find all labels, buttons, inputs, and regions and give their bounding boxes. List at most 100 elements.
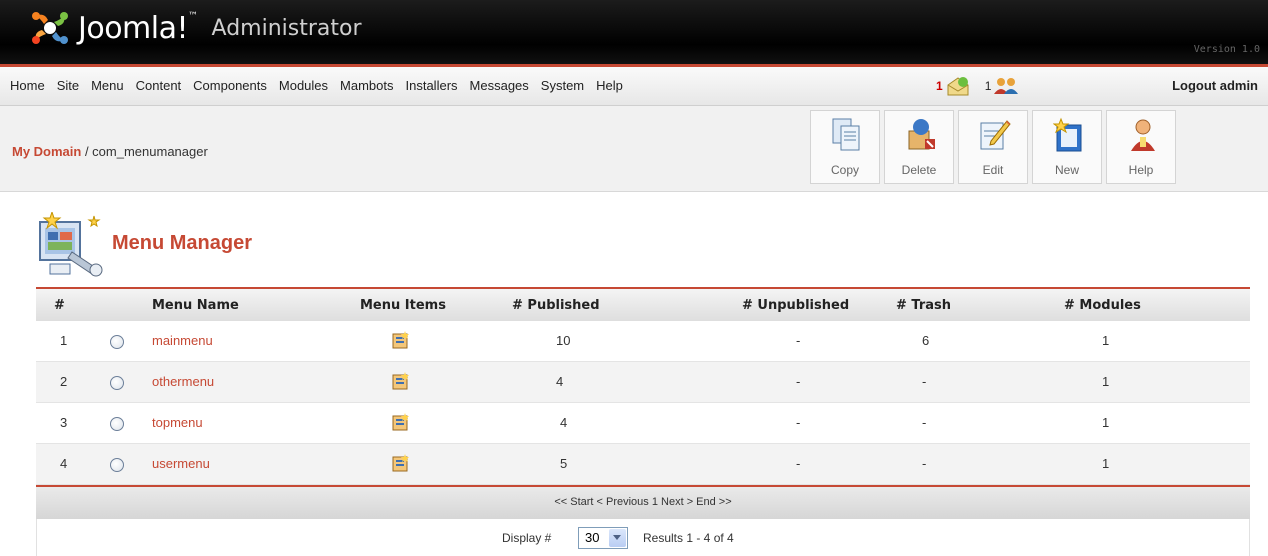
published-count: 10 bbox=[556, 333, 571, 348]
breadcrumb-path: / com_menumanager bbox=[81, 144, 208, 159]
col-header-num: # bbox=[54, 297, 65, 313]
col-header-trash: # Trash bbox=[896, 297, 952, 313]
unpublished-count: - bbox=[796, 415, 801, 430]
menu-items: Home Site Menu Content Components Module… bbox=[10, 78, 635, 93]
menu-item-help[interactable]: Help bbox=[596, 78, 623, 93]
menu-item-installers[interactable]: Installers bbox=[406, 78, 458, 93]
trash-count: - bbox=[922, 456, 927, 471]
trash-count: - bbox=[922, 374, 927, 389]
modules-count: 1 bbox=[1102, 333, 1110, 348]
col-header-menu-name[interactable]: Menu Name bbox=[152, 298, 239, 313]
joomla-logo: Joomla!™ Administrator bbox=[30, 8, 362, 48]
menu-table: # Menu Name Menu Items # Published # Unp… bbox=[36, 287, 1250, 485]
copy-label: Copy bbox=[830, 163, 859, 177]
unpublished-count: - bbox=[796, 333, 801, 348]
results-count: Results 1 - 4 of 4 bbox=[643, 531, 734, 545]
new-button[interactable]: New bbox=[1032, 110, 1102, 184]
menu-name-link[interactable]: usermenu bbox=[152, 456, 210, 471]
menu-item-menu[interactable]: Menu bbox=[91, 78, 124, 93]
app-header: Joomla!™ Administrator Version 1.0 bbox=[0, 0, 1268, 64]
menu-item-mambots[interactable]: Mambots bbox=[340, 78, 393, 93]
toolbar: Copy Delete Edit New Help bbox=[810, 110, 1180, 184]
delete-label: Delete bbox=[901, 163, 937, 177]
row-num: 1 bbox=[60, 333, 68, 348]
unpublished-count: - bbox=[796, 374, 801, 389]
menu-items-icon[interactable] bbox=[392, 454, 410, 472]
logo-text: Joomla!™ bbox=[78, 10, 198, 46]
col-header-modules: # Modules bbox=[1064, 297, 1141, 313]
row-select-radio[interactable] bbox=[110, 376, 124, 390]
modules-count: 1 bbox=[1102, 415, 1110, 430]
online-users-icon[interactable] bbox=[993, 76, 1019, 96]
version-label: Version 1.0 bbox=[1193, 44, 1260, 55]
menu-name-link[interactable]: othermenu bbox=[152, 374, 214, 389]
help-button[interactable]: Help bbox=[1106, 110, 1176, 184]
toolbar-row: My Domain / com_menumanager Copy Delete bbox=[0, 106, 1268, 192]
messages-count: 1 bbox=[936, 79, 943, 93]
menu-item-home[interactable]: Home bbox=[10, 78, 45, 93]
row-num: 3 bbox=[60, 415, 68, 430]
published-count: 4 bbox=[556, 374, 564, 389]
help-label: Help bbox=[1128, 163, 1154, 177]
menu-item-content[interactable]: Content bbox=[136, 78, 182, 93]
menu-item-modules[interactable]: Modules bbox=[279, 78, 328, 93]
logout-link[interactable]: Logout admin bbox=[1172, 78, 1258, 93]
display-row: Display # 30 Results 1 - 4 of 4 bbox=[36, 519, 1250, 556]
row-select-radio[interactable] bbox=[110, 335, 124, 349]
page-title: Menu Manager bbox=[112, 232, 253, 254]
row-select-radio[interactable] bbox=[110, 417, 124, 431]
col-header-published: # Published bbox=[512, 297, 600, 313]
chevron-down-icon[interactable] bbox=[609, 529, 626, 547]
edit-icon bbox=[980, 120, 1011, 150]
help-icon bbox=[1131, 119, 1155, 151]
joomla-logo-icon bbox=[32, 12, 68, 44]
edit-button[interactable]: Edit bbox=[958, 110, 1028, 184]
trash-count: 6 bbox=[922, 333, 930, 348]
unpublished-count: - bbox=[796, 456, 801, 471]
table-header: # Menu Name Menu Items # Published # Unp… bbox=[36, 287, 1250, 321]
messages-icon[interactable] bbox=[945, 75, 971, 97]
display-count-value: 30 bbox=[585, 530, 600, 545]
col-header-unpublished: # Unpublished bbox=[742, 297, 850, 313]
new-icon bbox=[1053, 117, 1082, 152]
copy-button[interactable]: Copy bbox=[810, 110, 880, 184]
menu-item-site[interactable]: Site bbox=[57, 78, 79, 93]
menu-items-icon[interactable] bbox=[392, 331, 410, 349]
menu-item-system[interactable]: System bbox=[541, 78, 584, 93]
published-count: 5 bbox=[560, 456, 568, 471]
menu-name-link[interactable]: mainmenu bbox=[152, 333, 213, 348]
menu-items-icon[interactable] bbox=[392, 372, 410, 390]
modules-count: 1 bbox=[1102, 456, 1110, 471]
row-num: 2 bbox=[60, 374, 68, 389]
display-count-select[interactable]: 30 bbox=[578, 527, 628, 549]
menu-items-icon[interactable] bbox=[392, 413, 410, 431]
logo-subtitle: Administrator bbox=[211, 15, 362, 41]
row-num: 4 bbox=[60, 456, 68, 471]
edit-label: Edit bbox=[982, 163, 1004, 177]
trash-count: - bbox=[922, 415, 927, 430]
copy-icon bbox=[832, 118, 860, 151]
delete-button[interactable]: Delete bbox=[884, 110, 954, 184]
table-row: 3 topmenu 4 - - 1 bbox=[36, 403, 1250, 444]
delete-icon bbox=[908, 119, 935, 150]
pagination-bar: << Start < Previous 1 Next > End >> bbox=[36, 485, 1250, 519]
new-label: New bbox=[1054, 163, 1079, 177]
col-header-menu-items: Menu Items bbox=[360, 297, 446, 313]
table-row: 4 usermenu 5 - - 1 bbox=[36, 444, 1250, 485]
breadcrumb-site-link[interactable]: My Domain bbox=[12, 144, 81, 159]
menu-item-components[interactable]: Components bbox=[193, 78, 267, 93]
notifications: 1 1 bbox=[936, 75, 1019, 97]
breadcrumb: My Domain / com_menumanager bbox=[12, 144, 208, 159]
row-select-radio[interactable] bbox=[110, 458, 124, 472]
menu-name-link[interactable]: topmenu bbox=[152, 415, 203, 430]
menu-item-messages[interactable]: Messages bbox=[470, 78, 529, 93]
modules-count: 1 bbox=[1102, 374, 1110, 389]
menu-manager-icon bbox=[39, 212, 103, 277]
users-count: 1 bbox=[984, 79, 992, 93]
table-row: 2 othermenu 4 - - 1 bbox=[36, 362, 1250, 403]
table-row: 1 mainmenu 10 - 6 1 bbox=[36, 321, 1250, 362]
published-count: 4 bbox=[560, 415, 568, 430]
main-menubar: Home Site Menu Content Components Module… bbox=[0, 64, 1268, 106]
display-label: Display # bbox=[502, 531, 552, 545]
pagination-links[interactable]: << Start < Previous 1 Next > End >> bbox=[36, 496, 1250, 508]
